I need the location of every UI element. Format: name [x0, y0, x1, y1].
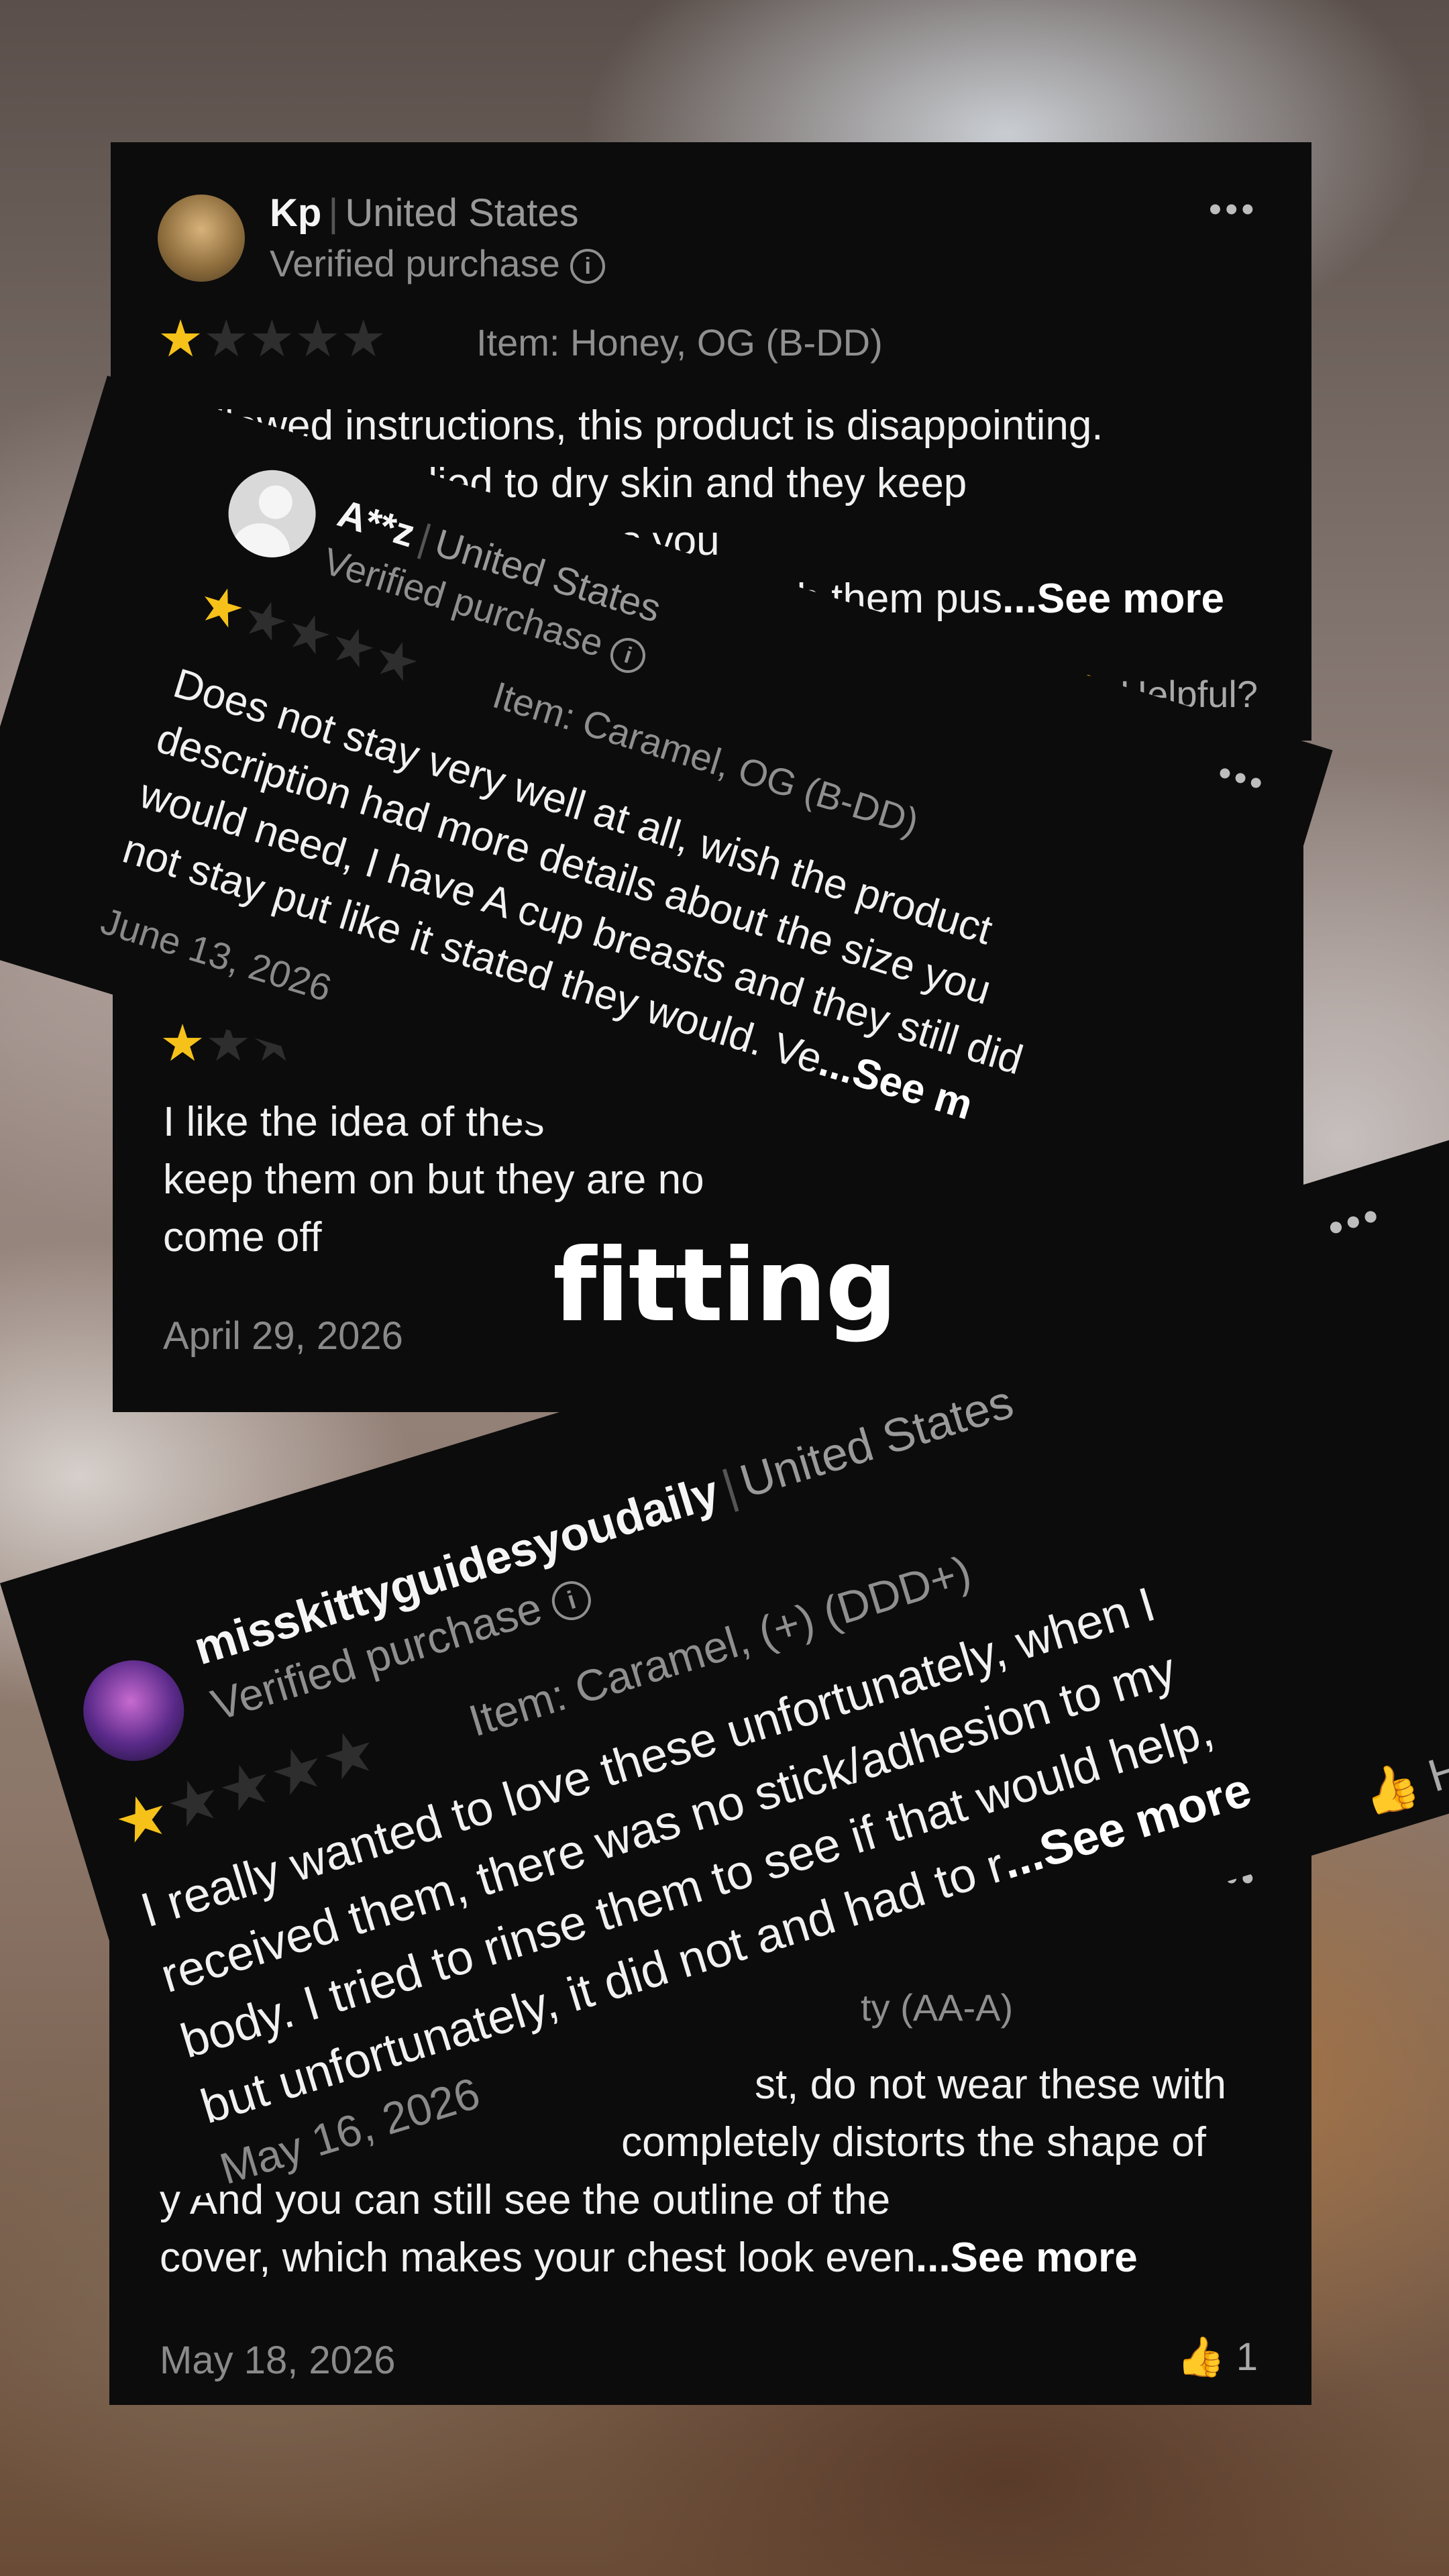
helpful-count: 1	[1236, 2335, 1258, 2379]
overlay-caption: fitting	[553, 1228, 898, 1344]
info-icon[interactable]: i	[547, 1576, 596, 1625]
avatar[interactable]	[70, 1648, 197, 1774]
more-options-icon[interactable]: •••	[1213, 753, 1271, 806]
star-empty-icon: ★	[340, 311, 386, 368]
default-user-avatar[interactable]	[217, 459, 327, 568]
star-empty-icon: ★	[294, 311, 341, 368]
info-icon[interactable]: i	[570, 249, 606, 284]
star-filled-icon: ★	[160, 1015, 206, 1072]
verified-purchase: Verified purchase i	[270, 241, 606, 285]
reviewer-country: United States	[734, 1375, 1020, 1508]
see-more-link[interactable]: ...See more	[1002, 576, 1224, 622]
star-filled-icon: ★	[158, 311, 204, 368]
item-variant: Item: Honey, OG (B-DD)	[476, 321, 883, 364]
reviewer-name[interactable]: Kp | United States	[270, 191, 579, 235]
more-options-icon[interactable]: •••	[1209, 189, 1258, 229]
helpful-button[interactable]: 👍 1	[1177, 2334, 1258, 2380]
star-rating: ★★★★★	[158, 309, 386, 368]
info-icon[interactable]: i	[606, 633, 650, 678]
avatar[interactable]	[158, 195, 245, 282]
star-empty-icon: ★	[249, 311, 295, 368]
star-empty-icon: ★	[203, 311, 250, 368]
see-more-link[interactable]: ...See more	[916, 2235, 1138, 2281]
review-date: May 18, 2026	[160, 2339, 396, 2382]
item-variant: ty (AA-A)	[861, 1986, 1014, 2029]
reviewer-country: United States	[345, 191, 579, 235]
thumbs-up-icon: 👍	[1177, 2335, 1226, 2379]
